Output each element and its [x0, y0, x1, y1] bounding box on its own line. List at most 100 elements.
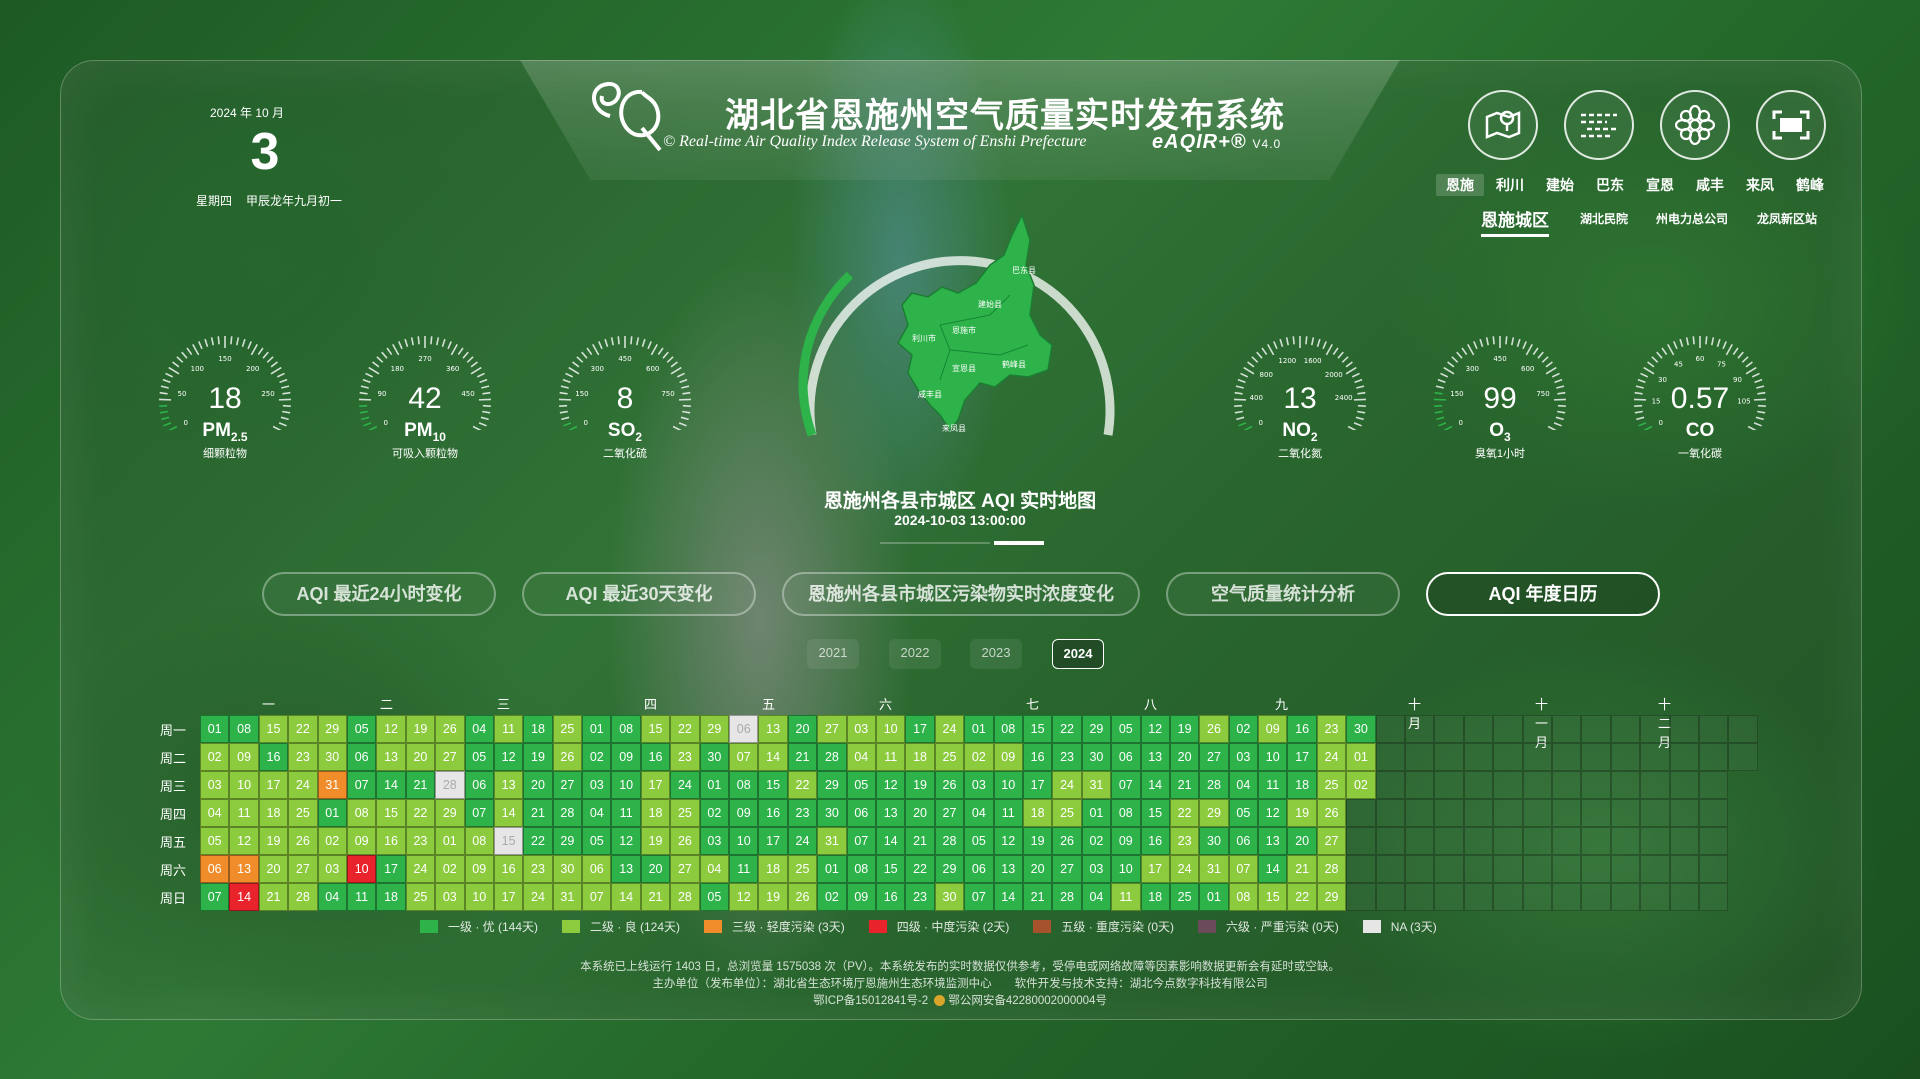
calendar-day-cell[interactable]: 10: [464, 883, 494, 911]
calendar-day-cell[interactable]: 20: [905, 799, 935, 827]
calendar-day-cell[interactable]: 25: [1169, 883, 1200, 911]
calendar-day-cell[interactable]: [1463, 855, 1494, 883]
icp-link[interactable]: 鄂ICP备15012841号-2: [813, 995, 928, 1007]
calendar-day-cell[interactable]: 04: [464, 715, 494, 743]
calendar-day-cell[interactable]: 17: [1140, 855, 1170, 883]
calendar-day-cell[interactable]: 08: [1111, 799, 1141, 827]
calendar-day-cell[interactable]: 17: [376, 855, 406, 883]
calendar-day-cell[interactable]: 24: [787, 827, 818, 855]
calendar-day-cell[interactable]: 15: [1140, 799, 1170, 827]
calendar-day-cell[interactable]: [1375, 827, 1406, 855]
calendar-day-cell[interactable]: [1610, 883, 1641, 911]
calendar-day-cell[interactable]: 05: [346, 715, 377, 743]
calendar-day-cell[interactable]: 30: [317, 743, 347, 771]
calendar-day-cell[interactable]: 20: [258, 855, 289, 883]
calendar-day-cell[interactable]: 02: [435, 855, 465, 883]
calendar-day-cell[interactable]: [1463, 827, 1494, 855]
calendar-day-cell[interactable]: 29: [435, 799, 465, 827]
calendar-day-cell[interactable]: 09: [1111, 827, 1141, 855]
calendar-day-cell[interactable]: 23: [405, 827, 436, 855]
calendar-day-cell[interactable]: 19: [1022, 827, 1053, 855]
calendar-day-cell[interactable]: 03: [435, 883, 465, 911]
calendar-day-cell[interactable]: [1551, 855, 1582, 883]
calendar-day-cell[interactable]: 26: [670, 827, 700, 855]
calendar-day-cell[interactable]: 09: [846, 883, 876, 911]
calendar-day-cell[interactable]: [1581, 799, 1611, 827]
calendar-day-cell[interactable]: 24: [934, 715, 965, 743]
calendar-day-cell[interactable]: 09: [611, 743, 641, 771]
calendar-day-cell[interactable]: 17: [905, 715, 935, 743]
calendar-day-cell[interactable]: 07: [729, 743, 759, 771]
calendar-day-cell[interactable]: 01: [1081, 799, 1112, 827]
calendar-day-cell[interactable]: [1493, 799, 1523, 827]
calendar-day-cell[interactable]: 22: [1052, 715, 1082, 743]
map-slider-indicator[interactable]: [994, 541, 1044, 545]
calendar-day-cell[interactable]: 19: [1169, 715, 1200, 743]
calendar-day-cell[interactable]: [1581, 715, 1611, 743]
calendar-day-cell[interactable]: 13: [376, 743, 406, 771]
calendar-day-cell[interactable]: [1375, 771, 1406, 799]
calendar-day-cell[interactable]: 05: [699, 883, 730, 911]
calendar-day-cell[interactable]: [1375, 855, 1406, 883]
calendar-day-cell[interactable]: 09: [229, 743, 259, 771]
calendar-day-cell[interactable]: 12: [1258, 799, 1288, 827]
calendar-day-cell[interactable]: 16: [1140, 827, 1170, 855]
calendar-day-cell[interactable]: 09: [1258, 715, 1288, 743]
calendar-day-cell[interactable]: 04: [317, 883, 347, 911]
police-record-link[interactable]: 鄂公网安备42280002000004号: [948, 995, 1107, 1007]
calendar-day-cell[interactable]: 06: [729, 715, 759, 743]
calendar-day-cell[interactable]: 16: [376, 827, 406, 855]
calendar-day-cell[interactable]: [1493, 715, 1523, 743]
calendar-day-cell[interactable]: 16: [1287, 715, 1317, 743]
calendar-day-cell[interactable]: 25: [1316, 771, 1347, 799]
calendar-day-cell[interactable]: 29: [934, 855, 965, 883]
calendar-day-cell[interactable]: 22: [523, 827, 553, 855]
calendar-day-cell[interactable]: 11: [729, 855, 759, 883]
station-tab-longfeng[interactable]: 龙凤新区站: [1757, 210, 1817, 227]
calendar-day-cell[interactable]: 29: [317, 715, 347, 743]
calendar-day-cell[interactable]: [1522, 743, 1552, 771]
calendar-day-cell[interactable]: 11: [1111, 883, 1141, 911]
calendar-day-cell[interactable]: [1669, 743, 1699, 771]
calendar-day-cell[interactable]: 25: [670, 799, 700, 827]
calendar-day-cell[interactable]: 12: [493, 743, 524, 771]
calendar-day-cell[interactable]: 14: [611, 883, 641, 911]
calendar-day-cell[interactable]: 15: [640, 715, 671, 743]
calendar-day-cell[interactable]: 02: [1346, 771, 1376, 799]
calendar-day-cell[interactable]: 28: [1316, 855, 1347, 883]
calendar-day-cell[interactable]: 08: [993, 715, 1023, 743]
calendar-day-cell[interactable]: 18: [258, 799, 289, 827]
calendar-day-cell[interactable]: 23: [1316, 715, 1347, 743]
calendar-day-cell[interactable]: 06: [582, 855, 612, 883]
city-tab-jianshi[interactable]: 建始: [1536, 174, 1584, 196]
calendar-day-cell[interactable]: 11: [993, 799, 1023, 827]
calendar-day-cell[interactable]: [1698, 827, 1729, 855]
haze-icon[interactable]: [1564, 90, 1634, 160]
calendar-day-cell[interactable]: 01: [200, 715, 230, 743]
calendar-day-cell[interactable]: [1434, 883, 1464, 911]
calendar-day-cell[interactable]: 12: [229, 827, 259, 855]
calendar-day-cell[interactable]: 21: [1169, 771, 1200, 799]
aqi-calendar-button[interactable]: AQI 年度日历: [1426, 572, 1660, 616]
calendar-day-cell[interactable]: [1493, 771, 1523, 799]
calendar-day-cell[interactable]: 12: [376, 715, 406, 743]
calendar-day-cell[interactable]: [1493, 855, 1523, 883]
calendar-day-cell[interactable]: 03: [200, 771, 230, 799]
calendar-day-cell[interactable]: [1434, 743, 1464, 771]
calendar-day-cell[interactable]: 07: [1228, 855, 1259, 883]
year-tab-2021[interactable]: 2021: [807, 639, 859, 669]
calendar-day-cell[interactable]: 30: [1199, 827, 1229, 855]
calendar-day-cell[interactable]: 31: [317, 771, 347, 799]
calendar-day-cell[interactable]: [1522, 883, 1552, 911]
calendar-day-cell[interactable]: [1405, 743, 1435, 771]
calendar-day-cell[interactable]: [1551, 743, 1582, 771]
calendar-day-cell[interactable]: 16: [758, 799, 788, 827]
calendar-day-cell[interactable]: [1405, 827, 1435, 855]
calendar-day-cell[interactable]: 15: [258, 715, 289, 743]
calendar-day-cell[interactable]: 05: [846, 771, 876, 799]
year-tab-2023[interactable]: 2023: [970, 639, 1022, 669]
calendar-day-cell[interactable]: 21: [523, 799, 553, 827]
calendar-day-cell[interactable]: [1640, 883, 1670, 911]
calendar-day-cell[interactable]: 29: [699, 715, 730, 743]
calendar-day-cell[interactable]: 04: [1228, 771, 1259, 799]
